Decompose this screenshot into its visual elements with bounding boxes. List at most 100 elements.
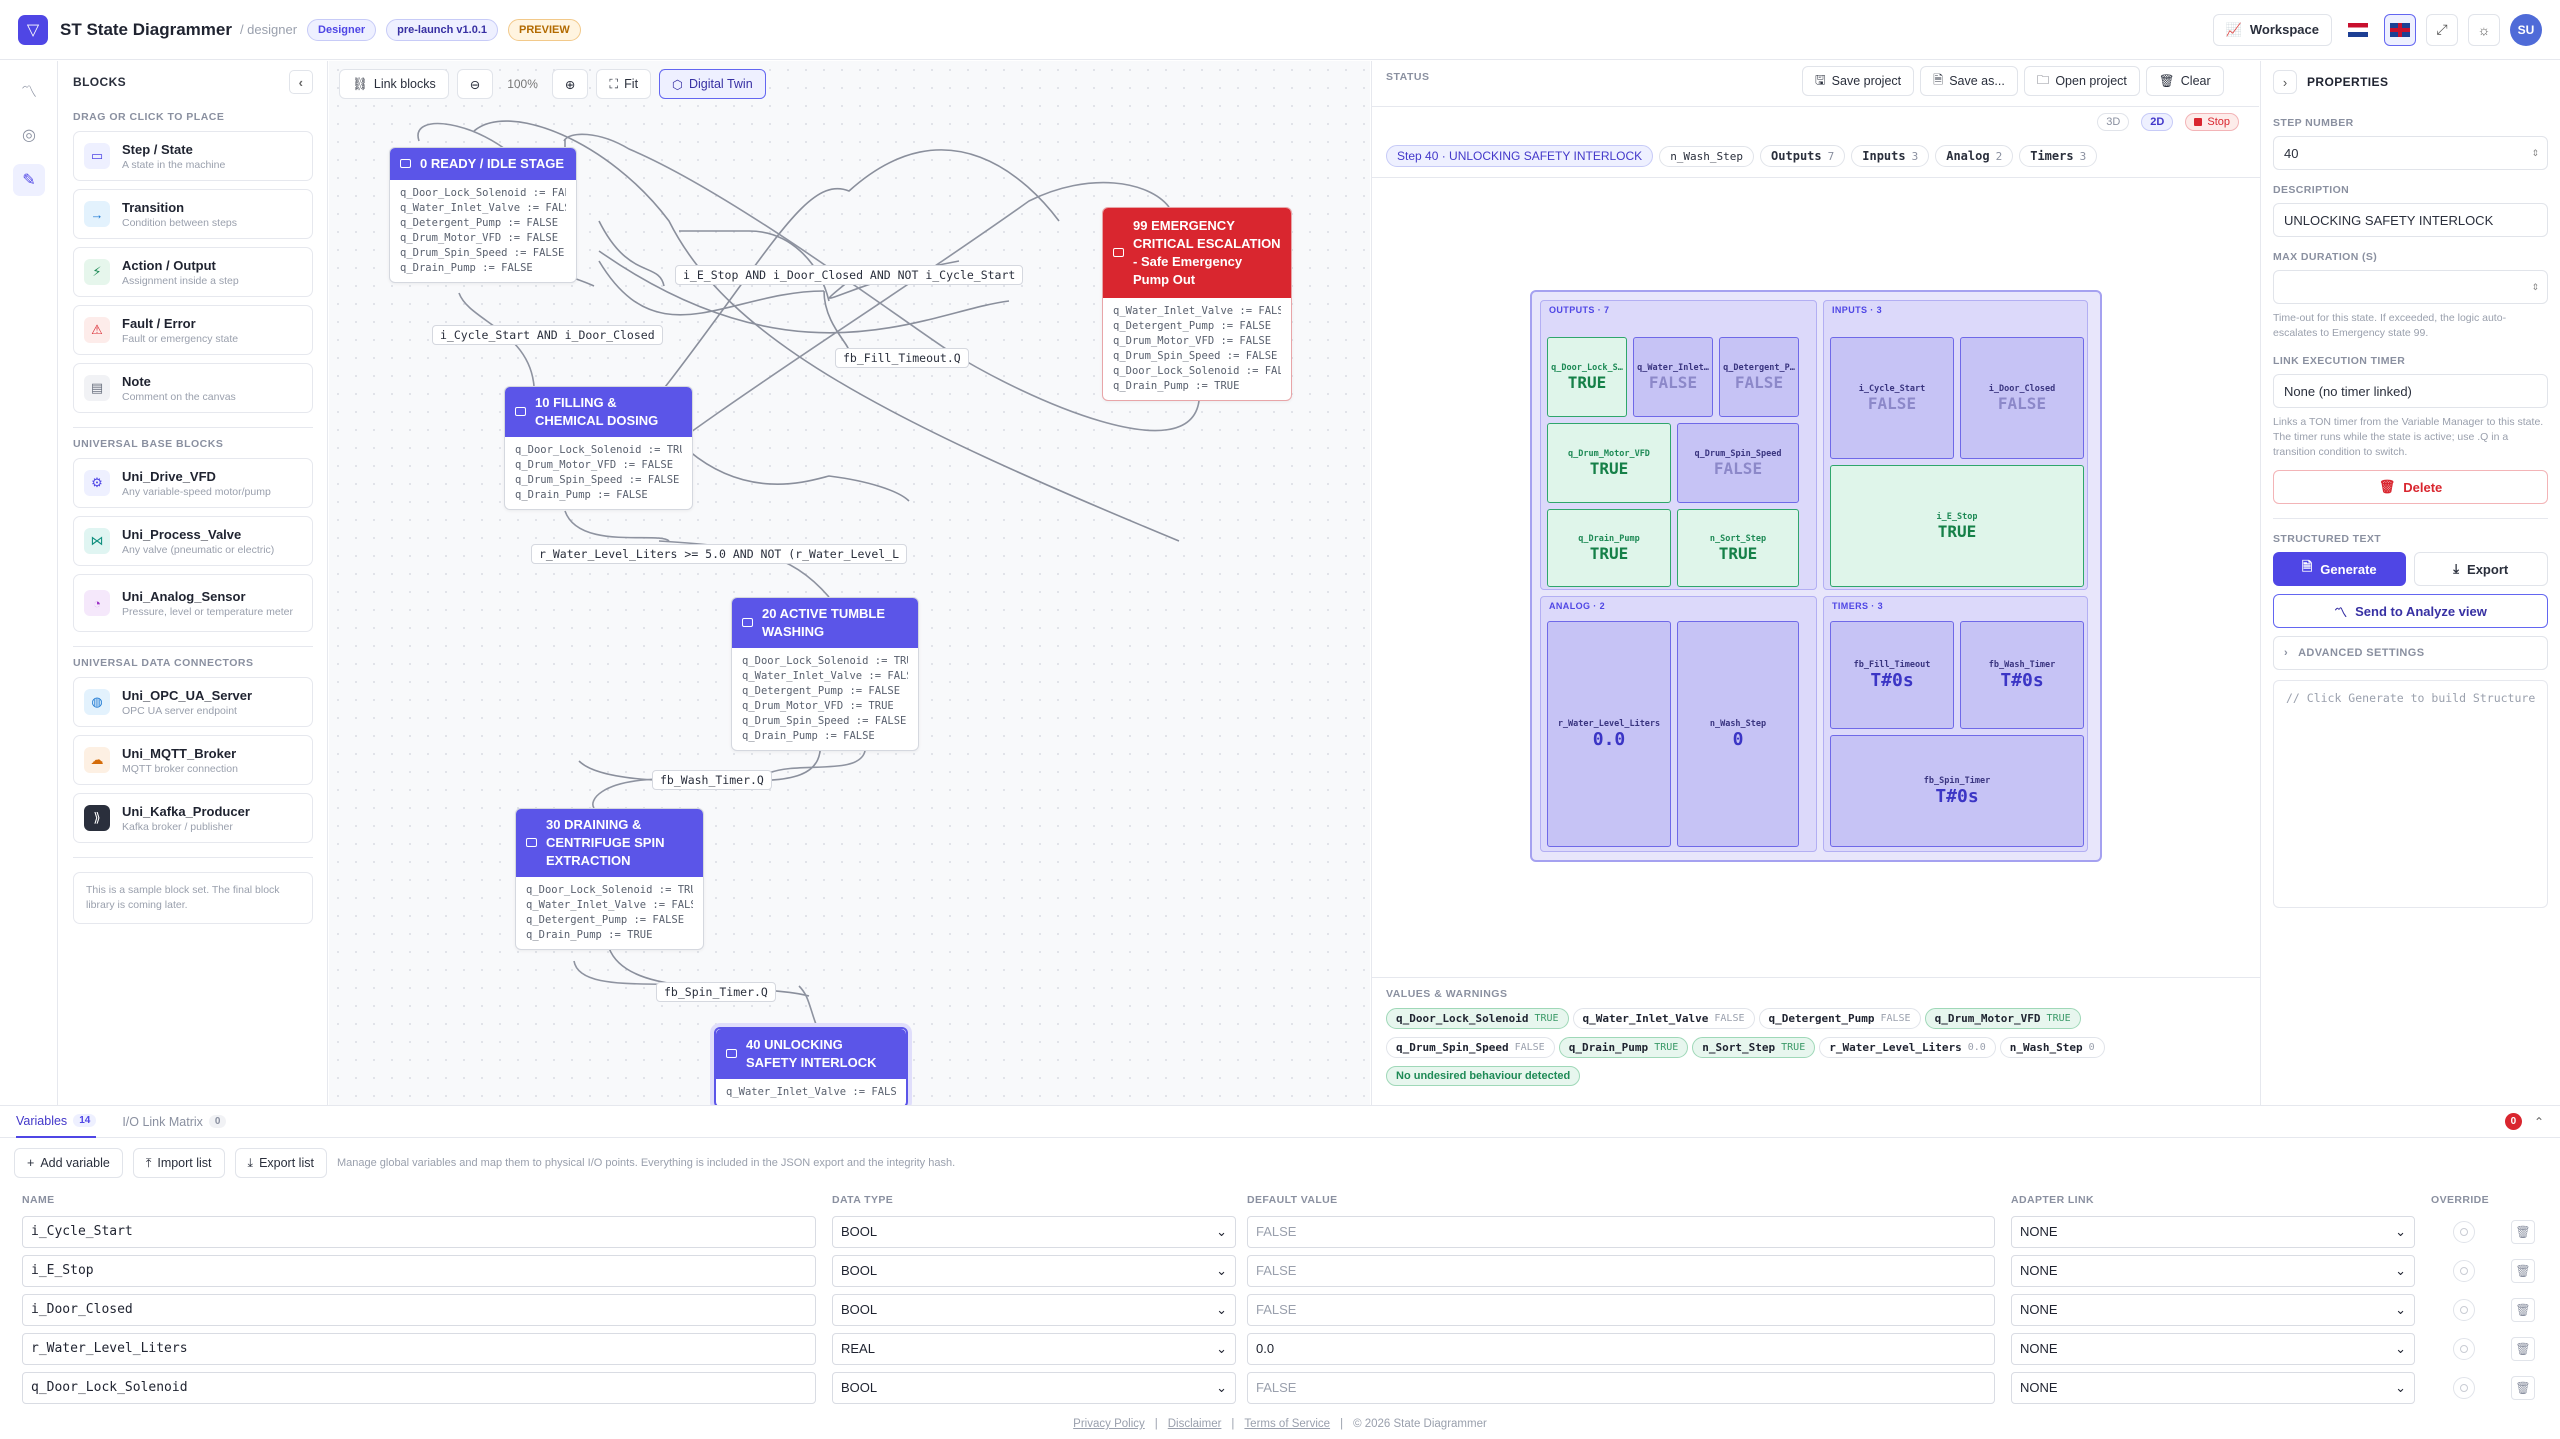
block-mqtt[interactable]: ☁ Uni_MQTT_Broker MQTT broker connection [73, 735, 313, 785]
trash-icon[interactable]: 🗑 [2511, 1258, 2535, 1283]
twin-cell-timer[interactable]: fb_Spin_Timer T#0s [1830, 735, 2084, 847]
twin-cell-output[interactable]: n_Sort_Step TRUE [1677, 509, 1799, 587]
export-button[interactable]: ⤓ Export [2413, 552, 2548, 586]
fullscreen-icon[interactable]: ⤢ [2426, 13, 2458, 46]
data-type-select[interactable]: BOOL ⌄ [832, 1254, 1236, 1287]
default-value-input[interactable]: FALSE [1247, 1254, 1995, 1287]
data-type-select[interactable]: BOOL ⌄ [832, 1215, 1236, 1248]
save-project-button[interactable]: 🖫 Save project [1802, 66, 1915, 96]
variable-name-input[interactable]: i_Cycle_Start [22, 1215, 816, 1248]
disclaimer-link[interactable]: Disclaimer [1168, 1418, 1222, 1430]
clear-button[interactable]: 🗑 Clear [2145, 66, 2224, 96]
link-blocks-button[interactable]: ⛓ Link blocks [339, 69, 449, 99]
diagram-canvas[interactable]: ⛓ Link blocks ⊖ 100% ⊕ ⛶ Fit ⬡ Digital Twin [329, 61, 1370, 1105]
view-2d-button[interactable]: 2D [2141, 113, 2174, 131]
twin-cell-timer[interactable]: fb_Fill_Timeout T#0s [1830, 621, 1954, 729]
block-note[interactable]: ▤ Note Comment on the canvas [73, 363, 313, 413]
adapter-link-select[interactable]: NONE ⌄ [2011, 1254, 2415, 1287]
flag-uk-icon[interactable] [2384, 13, 2416, 46]
view-3d-button[interactable]: 3D [2097, 113, 2130, 131]
digital-twin-button[interactable]: ⬡ Digital Twin [659, 69, 766, 99]
default-value-input[interactable]: 0.0 [1247, 1332, 1995, 1365]
timer-select[interactable]: None (no timer linked) [2273, 374, 2548, 408]
terms-link[interactable]: Terms of Service [1244, 1418, 1330, 1430]
twin-cell-input[interactable]: i_Door_Closed FALSE [1960, 337, 2084, 459]
compass-icon[interactable]: ◎ [13, 119, 45, 151]
state-node-30[interactable]: 30 DRAINING & CENTRIFUGE SPIN EXTRACTION… [515, 808, 704, 950]
designer-icon[interactable]: ✎ [13, 164, 45, 196]
twin-cell-input[interactable]: i_E_Stop TRUE [1830, 465, 2084, 587]
default-value-input[interactable]: FALSE [1247, 1293, 1995, 1326]
transition-water-level[interactable]: r_Water_Level_Liters >= 5.0 AND NOT (r_W… [531, 544, 908, 564]
trash-icon[interactable]: 🗑 [2511, 1375, 2535, 1400]
block-transition[interactable]: → Transition Condition between steps [73, 189, 313, 239]
trash-icon[interactable]: 🗑 [2511, 1297, 2535, 1322]
export-list-button[interactable]: ⤓ Export list [234, 1148, 327, 1178]
twin-cell-output[interactable]: q_Water_Inlet… FALSE [1633, 337, 1713, 417]
workspace-button[interactable]: 📈 Workspace [2212, 13, 2332, 46]
chevron-up-icon[interactable]: ⌃ [2534, 1115, 2544, 1129]
stop-button[interactable]: Stop [2185, 113, 2239, 131]
transition-estop[interactable]: i_E_Stop AND i_Door_Closed AND NOT i_Cyc… [675, 265, 1024, 285]
state-node-20[interactable]: 20 ACTIVE TUMBLE WASHING q_Door_Lock_Sol… [731, 597, 919, 751]
tab-variables[interactable]: Variables 14 [16, 1106, 97, 1138]
override-toggle[interactable] [2453, 1220, 2475, 1243]
data-type-select[interactable]: BOOL ⌄ [832, 1371, 1236, 1404]
data-type-select[interactable]: REAL ⌄ [832, 1332, 1236, 1365]
zoom-in-button[interactable]: ⊕ [551, 69, 589, 99]
data-type-select[interactable]: BOOL ⌄ [832, 1293, 1236, 1326]
fit-button[interactable]: ⛶ Fit [596, 69, 652, 99]
transition-fill-timeout[interactable]: fb_Fill_Timeout.Q [835, 348, 969, 368]
transition-start[interactable]: i_Cycle_Start AND i_Door_Closed [432, 325, 663, 345]
override-toggle[interactable] [2453, 1376, 2475, 1399]
save-as-button[interactable]: 🗎 Save as... [1920, 66, 2018, 96]
state-node-0[interactable]: 0 READY / IDLE STAGE q_Door_Lock_Solenoi… [389, 147, 577, 283]
twin-cell-analog[interactable]: r_Water_Level_Liters 0.0 [1547, 621, 1671, 847]
variable-name-input[interactable]: i_E_Stop [22, 1254, 816, 1287]
collapse-left-icon[interactable]: ‹ [289, 70, 313, 94]
tab-io-matrix[interactable]: I/O Link Matrix 0 [122, 1106, 227, 1138]
override-toggle[interactable] [2453, 1337, 2475, 1360]
description-input[interactable]: UNLOCKING SAFETY INTERLOCK [2273, 203, 2548, 237]
twin-cell-output[interactable]: q_Detergent_P… FALSE [1719, 337, 1799, 417]
trash-icon[interactable]: 🗑 [2511, 1219, 2535, 1244]
twin-cell-output[interactable]: q_Drum_Motor_VFD TRUE [1547, 423, 1671, 503]
collapse-right-icon[interactable]: › [2273, 70, 2297, 94]
transition-spin-timer[interactable]: fb_Spin_Timer.Q [656, 982, 776, 1002]
generate-button[interactable]: 🗎 Generate [2273, 552, 2406, 586]
adapter-link-select[interactable]: NONE ⌄ [2011, 1215, 2415, 1248]
twin-cell-output[interactable]: q_Drain_Pump TRUE [1547, 509, 1671, 587]
max-duration-input[interactable]: ⇕ [2273, 270, 2548, 304]
add-variable-button[interactable]: + Add variable [14, 1148, 123, 1178]
twin-cell-timer[interactable]: fb_Wash_Timer T#0s [1960, 621, 2084, 729]
block-uni-drive[interactable]: ⚙ Uni_Drive_VFD Any variable-speed motor/… [73, 458, 313, 508]
state-node-10[interactable]: 10 FILLING & CHEMICAL DOSING q_Door_Lock… [504, 386, 693, 510]
state-node-40[interactable]: 40 UNLOCKING SAFETY INTERLOCK q_Water_In… [714, 1027, 908, 1105]
error-count-badge[interactable]: 0 [2504, 1113, 2522, 1130]
adapter-link-select[interactable]: NONE ⌄ [2011, 1332, 2415, 1365]
default-value-input[interactable]: FALSE [1247, 1215, 1995, 1248]
variable-name-input[interactable]: r_Water_Level_Liters [22, 1332, 816, 1365]
variable-name-input[interactable]: i_Door_Closed [22, 1293, 816, 1326]
block-action-output[interactable]: ⚡ Action / Output Assignment inside a ste… [73, 247, 313, 297]
twin-cell-output[interactable]: q_Drum_Spin_Speed FALSE [1677, 423, 1799, 503]
zoom-out-button[interactable]: ⊖ [456, 69, 494, 99]
block-kafka[interactable]: ⟫ Uni_Kafka_Producer Kafka broker / publi… [73, 793, 313, 843]
twin-cell-analog[interactable]: n_Wash_Step 0 [1677, 621, 1799, 847]
open-project-button[interactable]: 🗀 Open project [2023, 66, 2140, 96]
avatar[interactable]: SU [2510, 13, 2542, 46]
twin-cell-input[interactable]: i_Cycle_Start FALSE [1830, 337, 1954, 459]
twin-cell-output[interactable]: q_Door_Lock_S… TRUE [1547, 337, 1627, 417]
default-value-input[interactable]: FALSE [1247, 1371, 1995, 1404]
analytics-icon[interactable]: 〽 [13, 74, 45, 106]
privacy-link[interactable]: Privacy Policy [1073, 1418, 1145, 1430]
variable-name-input[interactable]: q_Door_Lock_Solenoid [22, 1371, 816, 1404]
theme-sun-icon[interactable]: ☼ [2468, 13, 2500, 46]
block-opc-ua[interactable]: ◍ Uni_OPC_UA_Server OPC UA server endpoin… [73, 677, 313, 727]
adapter-link-select[interactable]: NONE ⌄ [2011, 1371, 2415, 1404]
adapter-link-select[interactable]: NONE ⌄ [2011, 1293, 2415, 1326]
transition-wash-timer[interactable]: fb_Wash_Timer.Q [652, 770, 772, 790]
structured-text-editor[interactable]: // Click Generate to build Structure [2273, 680, 2548, 908]
block-uni-analog[interactable]: ◔ Uni_Analog_Sensor Pressure, level or te… [73, 574, 313, 632]
step-number-input[interactable]: 40 ⇕ [2273, 136, 2548, 170]
